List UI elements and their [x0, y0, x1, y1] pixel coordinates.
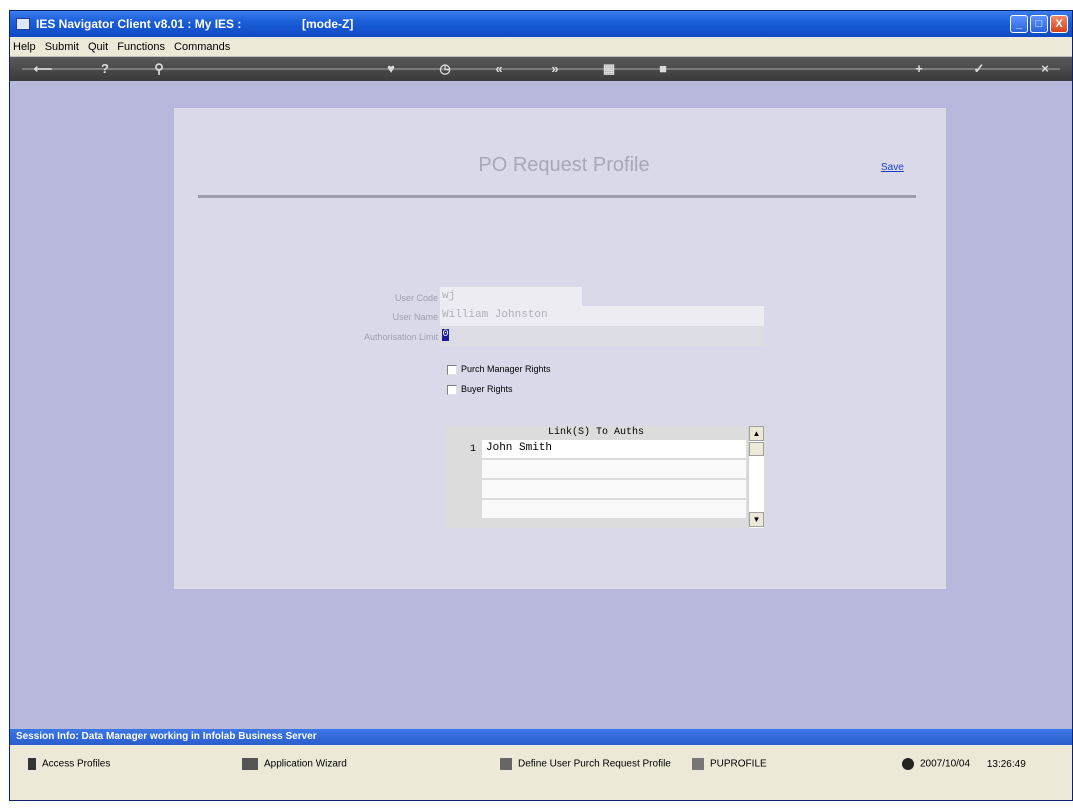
- auths-link-grid: Link(S) To Auths 1 John Smith ▲ ▼: [446, 426, 766, 528]
- puprofile-task[interactable]: PUPROFILE: [692, 758, 767, 770]
- define-profile-label: Define User Purch Request Profile: [518, 758, 671, 770]
- puprofile-icon: [692, 758, 704, 770]
- scroll-down-icon[interactable]: ▼: [749, 512, 764, 527]
- clock-icon[interactable]: ◷: [434, 60, 456, 78]
- cancel-icon[interactable]: ×: [1034, 60, 1056, 78]
- menu-quit[interactable]: Quit: [85, 37, 111, 53]
- grid-cell-empty[interactable]: [482, 480, 746, 498]
- mode-indicator: [mode-Z]: [302, 17, 354, 31]
- user-name-label: User Name: [392, 312, 438, 322]
- auth-limit-field[interactable]: 0: [440, 326, 764, 346]
- user-name-field[interactable]: William Johnston: [440, 306, 764, 326]
- add-icon[interactable]: +: [908, 60, 930, 78]
- grid-cell[interactable]: John Smith: [482, 440, 746, 458]
- access-profiles-task[interactable]: Access Profiles: [28, 758, 110, 770]
- scroll-thumb[interactable]: [749, 442, 764, 456]
- puprofile-label: PUPROFILE: [710, 758, 767, 770]
- previous-icon[interactable]: «: [488, 60, 510, 78]
- menu-help[interactable]: Help: [10, 37, 39, 53]
- purch-manager-label: Purch Manager Rights: [461, 364, 551, 374]
- app-icon: [16, 18, 30, 30]
- app-window: IES Navigator Client v8.01 : My IES : [m…: [9, 10, 1073, 801]
- menu-functions[interactable]: Functions: [114, 37, 168, 53]
- toolbar: ⟵ ? ⚲ ♥ ◷ « » ▦ ■ + ✓ ×: [10, 57, 1072, 81]
- date-display: 2007/10/04: [920, 758, 971, 770]
- menu-bar: Help Submit Quit Functions Commands: [10, 37, 1072, 57]
- menu-commands[interactable]: Commands: [171, 37, 233, 53]
- next-icon[interactable]: »: [544, 60, 566, 78]
- access-profiles-label: Access Profiles: [42, 758, 111, 770]
- title-bar[interactable]: IES Navigator Client v8.01 : My IES : [m…: [10, 11, 1072, 37]
- maximize-button[interactable]: □: [1030, 15, 1048, 33]
- help-icon[interactable]: ?: [94, 60, 116, 78]
- heart-icon[interactable]: ♥: [380, 60, 402, 78]
- purch-manager-checkbox[interactable]: [447, 365, 457, 375]
- define-profile-task[interactable]: Define User Purch Request Profile: [500, 758, 671, 770]
- grid-cell-empty[interactable]: [482, 460, 746, 478]
- grid-scrollbar[interactable]: ▲ ▼: [748, 426, 764, 528]
- define-profile-icon: [500, 758, 512, 770]
- clock-icon: [902, 758, 914, 770]
- grid-icon[interactable]: ▦: [598, 60, 620, 78]
- user-code-field[interactable]: wj: [440, 287, 582, 307]
- buyer-rights-label: Buyer Rights: [461, 384, 513, 394]
- toolbar-divider: [22, 68, 1060, 70]
- auth-limit-label: Authorisation Limit: [363, 332, 438, 342]
- grid-cell-empty[interactable]: [482, 500, 746, 518]
- wizard-icon: [242, 758, 258, 770]
- back-icon[interactable]: ⟵: [32, 60, 54, 78]
- time-display: 13:26:49: [986, 758, 1026, 770]
- task-bar: Access Profiles Application Wizard Defin…: [10, 745, 1072, 800]
- search-icon[interactable]: ⚲: [148, 60, 170, 78]
- ok-icon[interactable]: ✓: [968, 60, 990, 78]
- page-title: PO Request Profile: [478, 154, 650, 176]
- application-wizard-task[interactable]: Application Wizard: [242, 758, 347, 770]
- user-code-label: User Code: [394, 293, 438, 303]
- grid-header: Link(S) To Auths: [547, 427, 644, 438]
- save-link[interactable]: Save: [881, 162, 904, 173]
- scroll-up-icon[interactable]: ▲: [749, 426, 764, 441]
- close-button[interactable]: X: [1050, 15, 1068, 33]
- minimize-button[interactable]: _: [1010, 15, 1028, 33]
- buyer-rights-checkbox[interactable]: [447, 385, 457, 395]
- title-divider: [198, 195, 916, 198]
- stop-icon[interactable]: ■: [652, 60, 674, 78]
- auth-limit-value: 0: [442, 329, 449, 341]
- application-wizard-label: Application Wizard: [264, 758, 347, 770]
- form-panel: PO Request Profile Save User Code wj Use…: [174, 108, 946, 589]
- access-profiles-icon: [28, 758, 36, 770]
- menu-submit[interactable]: Submit: [42, 37, 82, 53]
- session-status-bar: Session Info: Data Manager working in In…: [10, 729, 1072, 745]
- clock-task: 2007/10/04 13:26:49: [902, 758, 1026, 770]
- row-number: 1: [469, 444, 476, 455]
- window-title: IES Navigator Client v8.01 : My IES :: [36, 17, 242, 31]
- main-content: PO Request Profile Save User Code wj Use…: [10, 81, 1072, 729]
